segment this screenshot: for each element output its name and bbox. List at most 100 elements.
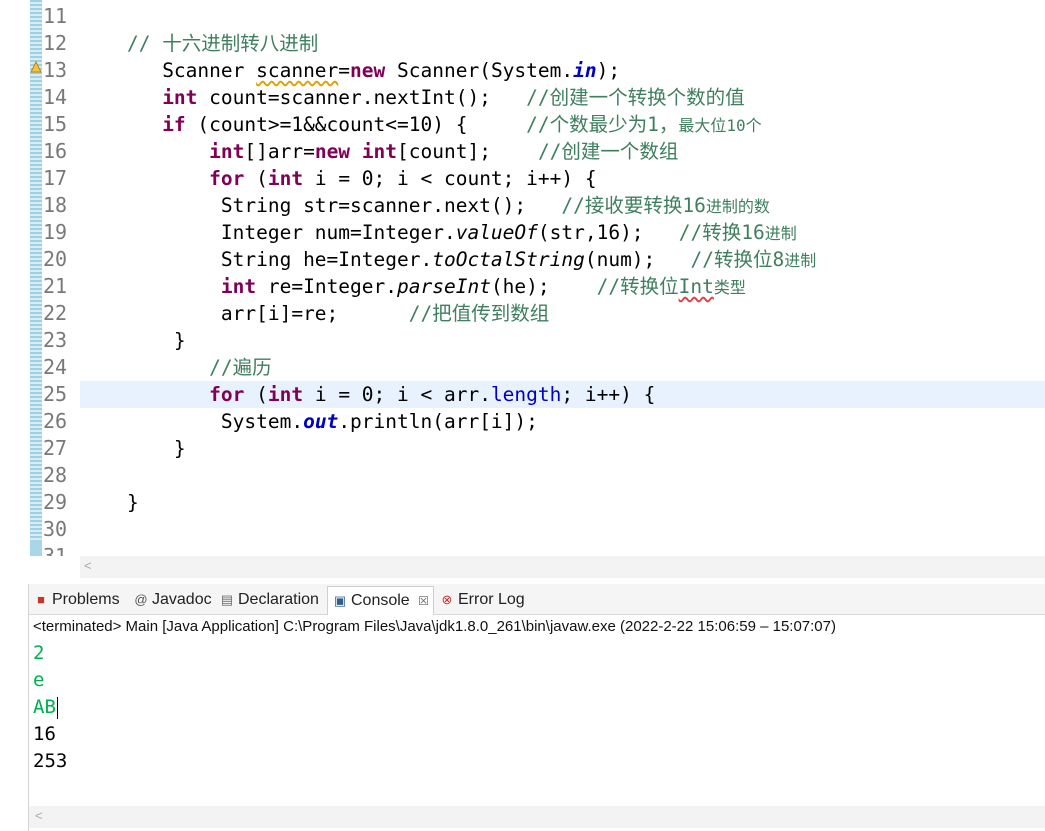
code-line[interactable]: if (count>=1&&count<=10) { //个数最少为1，最大位1…	[80, 111, 1045, 138]
code-comment: 进制	[764, 224, 797, 243]
code-area[interactable]: // 十六进制转八进制 Scanner scanner=new Scanner(…	[80, 3, 1045, 543]
code-line[interactable]: //遍历	[80, 354, 1045, 381]
code-line[interactable]: Scanner scanner=new Scanner(System.in);	[80, 57, 1045, 84]
code-comment: 进制的数	[705, 197, 770, 216]
tab-label: Problems	[52, 591, 120, 608]
code-line[interactable]: }	[80, 327, 1045, 354]
close-icon[interactable]: ☒	[418, 594, 429, 608]
console-output-line: 16	[33, 723, 56, 745]
code-comment: //接收要转换16	[561, 194, 706, 217]
code-line[interactable]	[80, 3, 1045, 30]
code-line[interactable]	[80, 516, 1045, 543]
tab-console[interactable]: ▣ Console ☒	[327, 586, 434, 615]
line-number: 30	[43, 517, 68, 541]
code-text: [count];	[397, 140, 538, 163]
code-editor[interactable]: 11 12 13 14 15 16 17 18 19 20 21 22 23 2…	[0, 0, 1045, 556]
console-output-line: 253	[33, 750, 68, 772]
code-text: (	[244, 383, 268, 406]
code-line-current[interactable]: for (int i = 0; i < arr.length; i++) {	[80, 381, 1045, 408]
code-static-method: valueOf	[455, 221, 538, 244]
code-field: length	[490, 383, 562, 406]
console-input-line: AB	[33, 694, 67, 721]
console-horizontal-scrollbar[interactable]: <	[29, 806, 1045, 828]
code-keyword: int	[209, 140, 245, 163]
code-variable-warning: scanner	[256, 59, 339, 82]
line-number: 21	[43, 274, 68, 298]
code-text: ; i++) {	[561, 383, 656, 406]
code-text: );	[596, 59, 621, 82]
console-output[interactable]: 2 e AB 16 253	[33, 640, 67, 775]
code-text: (	[244, 167, 268, 190]
editor-left-ruler	[0, 0, 30, 556]
code-comment: //创建一个数组	[537, 140, 679, 163]
code-line[interactable]: int[]arr=new int[count]; //创建一个数组	[80, 138, 1045, 165]
line-number: 25	[43, 382, 68, 406]
code-line[interactable]: // 十六进制转八进制	[80, 30, 1045, 57]
tab-label: Declaration	[238, 591, 319, 608]
code-text: (num);	[584, 248, 691, 271]
tab-declaration[interactable]: ▤ Declaration	[219, 588, 319, 612]
code-keyword: new	[350, 59, 386, 82]
code-line[interactable]: String str=scanner.next(); //接收要转换16进制的数	[80, 192, 1045, 219]
code-comment: 最大位10个	[678, 116, 762, 135]
console-input-text: AB	[33, 696, 56, 718]
line-number: 19	[43, 220, 68, 244]
line-number: 27	[43, 436, 68, 460]
console-icon: ▣	[333, 593, 347, 608]
tab-javadoc[interactable]: @ Javadoc	[133, 588, 211, 612]
code-text: i = 0; i < arr.	[303, 383, 491, 406]
code-keyword: if	[162, 113, 186, 136]
code-text: arr[i]=re;	[220, 302, 409, 325]
code-line[interactable]: System.out.println(arr[i]);	[80, 408, 1045, 435]
code-text: i = 0; i < count; i++) {	[303, 167, 597, 190]
console-input-line: 2	[33, 642, 45, 664]
code-keyword: for	[209, 383, 245, 406]
line-numbers: 11 12 13 14 15 16 17 18 19 20 21 22 23 2…	[43, 3, 77, 556]
code-comment: //个数最少为1，	[526, 113, 679, 136]
line-number: 24	[43, 355, 68, 379]
line-number: 22	[43, 301, 68, 325]
code-comment: //转换16	[678, 221, 765, 244]
tab-problems[interactable]: ■ Problems	[33, 588, 120, 612]
line-number: 13	[43, 58, 68, 82]
code-line[interactable]: }	[80, 489, 1045, 516]
code-text: =	[338, 59, 351, 82]
code-line[interactable]: arr[i]=re; //把值传到数组	[80, 300, 1045, 327]
code-text: Scanner(System.	[385, 59, 574, 82]
code-keyword: int	[267, 167, 304, 190]
code-text: }	[173, 329, 186, 352]
code-keyword: int	[267, 383, 304, 406]
code-text: (str,16);	[537, 221, 679, 244]
code-line[interactable]: Integer num=Integer.valueOf(str,16); //转…	[80, 219, 1045, 246]
code-text: Integer num=Integer.	[220, 221, 456, 244]
scroll-left-icon[interactable]: <	[84, 558, 92, 573]
code-keyword: for	[209, 167, 245, 190]
tab-error-log[interactable]: ⊗ Error Log	[439, 588, 525, 612]
code-line[interactable]: }	[80, 435, 1045, 462]
line-number: 17	[43, 166, 68, 190]
line-number: 20	[43, 247, 68, 271]
code-keyword: int	[162, 86, 198, 109]
code-text: String he=Integer.	[220, 248, 433, 271]
line-number: 23	[43, 328, 68, 352]
code-comment-spelling: Int	[678, 275, 714, 298]
code-static-method: toOctalString	[432, 248, 585, 271]
console-input-line: e	[33, 669, 45, 691]
code-text: count=scanner.nextInt();	[197, 86, 527, 109]
editor-bottom-left	[0, 556, 80, 578]
code-static-field: in	[573, 59, 597, 82]
scroll-left-icon[interactable]: <	[35, 808, 43, 823]
declaration-icon: ▤	[220, 592, 234, 607]
code-line[interactable]: for (int i = 0; i < count; i++) {	[80, 165, 1045, 192]
code-line[interactable]	[80, 462, 1045, 489]
code-text: String str=scanner.next();	[220, 194, 562, 217]
code-line[interactable]: int re=Integer.parseInt(he); //转换位Int类型	[80, 273, 1045, 300]
code-line[interactable]: int count=scanner.nextInt(); //创建一个转换个数的…	[80, 84, 1045, 111]
editor-horizontal-scrollbar[interactable]: <	[80, 556, 1045, 578]
code-static-field: out	[303, 410, 339, 433]
code-text: []arr=	[244, 140, 315, 163]
code-comment: //遍历	[209, 356, 272, 379]
code-line[interactable]: String he=Integer.toOctalString(num); //…	[80, 246, 1045, 273]
code-comment: // 十六进制转八进制	[126, 32, 319, 55]
warning-icon[interactable]	[30, 61, 42, 73]
